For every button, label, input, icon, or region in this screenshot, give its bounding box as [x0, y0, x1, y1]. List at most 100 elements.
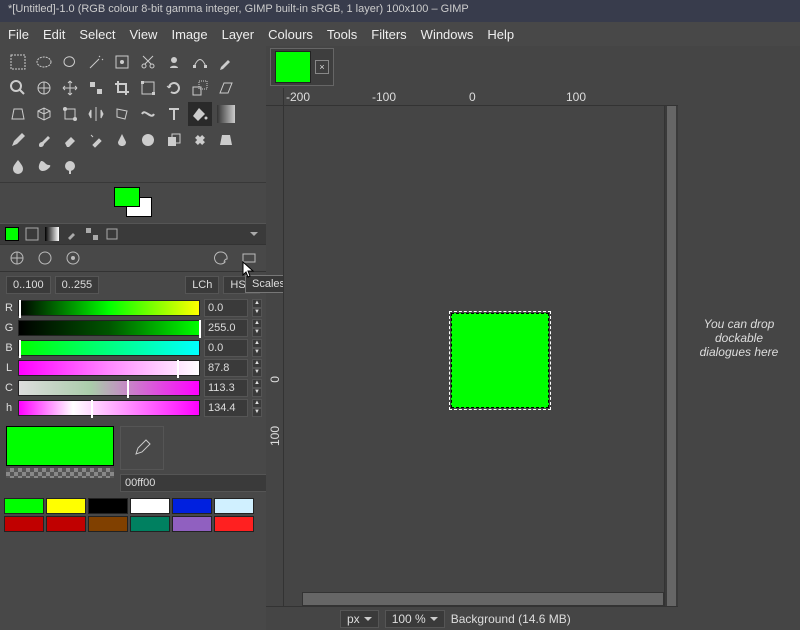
rect-select-icon[interactable] [6, 50, 30, 74]
palette-cell[interactable] [130, 516, 170, 532]
scissors-icon[interactable] [136, 50, 160, 74]
hex-input[interactable] [120, 474, 272, 492]
lasso-icon[interactable] [58, 50, 82, 74]
slider-track[interactable] [18, 300, 200, 316]
gradient-icon[interactable] [214, 102, 238, 126]
slider-value[interactable]: 255.0 [204, 319, 248, 337]
colors-tab-icon[interactable] [4, 226, 20, 242]
slider-track[interactable] [18, 400, 200, 416]
mypaint-icon[interactable] [136, 128, 160, 152]
menu-windows[interactable]: Windows [421, 27, 474, 42]
rotate-icon[interactable] [162, 76, 186, 100]
handle-transform-icon[interactable] [58, 102, 82, 126]
unit-select[interactable]: px [340, 610, 379, 628]
fg-color-swatch[interactable] [114, 187, 140, 207]
slider-value[interactable]: 113.3 [204, 379, 248, 397]
menu-view[interactable]: View [130, 27, 158, 42]
brushes-tab-icon[interactable] [64, 226, 80, 242]
toolbox-color-swatches[interactable] [0, 183, 266, 223]
palette-cell[interactable] [46, 498, 86, 514]
flip-icon[interactable] [84, 102, 108, 126]
shear-icon[interactable] [214, 76, 238, 100]
by-color-select-icon[interactable] [110, 50, 134, 74]
bucket-icon[interactable] [188, 102, 212, 126]
slider-spinner[interactable]: ▲▼ [252, 379, 262, 397]
menu-help[interactable]: Help [487, 27, 514, 42]
patterns-tab-icon[interactable] [84, 226, 100, 242]
paths-icon[interactable] [188, 50, 212, 74]
perspective-clone-icon[interactable] [214, 128, 238, 152]
ruler-horizontal[interactable]: -200 -100 0 100 [266, 88, 678, 106]
slider-track[interactable] [18, 340, 200, 356]
palette-cell[interactable] [130, 498, 170, 514]
range-0-100[interactable]: 0..100 [6, 276, 51, 294]
palette-cell[interactable] [214, 498, 254, 514]
blur-icon[interactable] [6, 154, 30, 178]
palette-cell[interactable] [46, 516, 86, 532]
canvas-selection[interactable] [451, 313, 549, 408]
scales-icon[interactable] [240, 249, 258, 267]
canvas-viewport[interactable] [284, 106, 664, 606]
slider-spinner[interactable]: ▲▼ [252, 359, 262, 377]
cage-icon[interactable] [110, 102, 134, 126]
wheel-icon[interactable] [64, 249, 82, 267]
slider-spinner[interactable]: ▲▼ [252, 299, 262, 317]
format-lch[interactable]: LCh [185, 276, 219, 294]
cmyk-icon[interactable] [36, 249, 54, 267]
clone-icon[interactable] [162, 128, 186, 152]
scrollbar-vertical[interactable] [664, 106, 678, 606]
slider-value[interactable]: 0.0 [204, 339, 248, 357]
palette-cell[interactable] [88, 516, 128, 532]
slider-track[interactable] [18, 320, 200, 336]
menu-edit[interactable]: Edit [43, 27, 65, 42]
right-dock-hint[interactable]: You can drop dockable dialogues here [678, 46, 800, 630]
warp-icon[interactable] [136, 102, 160, 126]
ruler-vertical[interactable]: 0 100 [266, 106, 284, 606]
gradients-tab-icon[interactable] [44, 226, 60, 242]
menu-image[interactable]: Image [171, 27, 207, 42]
palette-cell[interactable] [88, 498, 128, 514]
slider-spinner[interactable]: ▲▼ [252, 339, 262, 357]
slider-spinner[interactable]: ▲▼ [252, 319, 262, 337]
ellipse-select-icon[interactable] [32, 50, 56, 74]
ink-icon[interactable] [110, 128, 134, 152]
close-tab-icon[interactable]: × [315, 60, 329, 74]
scale-icon[interactable] [188, 76, 212, 100]
slider-value[interactable]: 0.0 [204, 299, 248, 317]
scrollbar-horizontal[interactable] [302, 592, 664, 606]
menu-tools[interactable]: Tools [327, 27, 357, 42]
measure-icon[interactable] [32, 76, 56, 100]
heal-icon[interactable] [188, 128, 212, 152]
palette-cell[interactable] [4, 498, 44, 514]
menu-colours[interactable]: Colours [268, 27, 313, 42]
brush-icon[interactable] [32, 128, 56, 152]
foreground-select-icon[interactable] [162, 50, 186, 74]
text-icon[interactable] [162, 102, 186, 126]
fonts-tab-icon[interactable] [104, 226, 120, 242]
zoom-icon[interactable] [6, 76, 30, 100]
document-tab[interactable]: × [270, 48, 334, 86]
palette-cell[interactable] [172, 498, 212, 514]
palette-cell[interactable] [4, 516, 44, 532]
current-color-preview[interactable] [6, 426, 114, 466]
slider-value[interactable]: 87.8 [204, 359, 248, 377]
perspective-icon[interactable] [6, 102, 30, 126]
edit-color-icon[interactable] [120, 426, 164, 470]
smudge-icon[interactable] [32, 154, 56, 178]
dock-menu-icon[interactable] [246, 226, 262, 242]
dodge-icon[interactable] [58, 154, 82, 178]
transform-icon[interactable] [136, 76, 160, 100]
slider-value[interactable]: 134.4 [204, 399, 248, 417]
wand-icon[interactable] [84, 50, 108, 74]
slider-track[interactable] [18, 360, 200, 376]
slider-track[interactable] [18, 380, 200, 396]
airbrush-icon[interactable] [84, 128, 108, 152]
menu-filters[interactable]: Filters [371, 27, 406, 42]
palette-cell[interactable] [172, 516, 212, 532]
gimp-picker-icon[interactable] [8, 249, 26, 267]
move-icon[interactable] [58, 76, 82, 100]
menu-layer[interactable]: Layer [222, 27, 255, 42]
tool-options-tab-icon[interactable] [24, 226, 40, 242]
menu-file[interactable]: File [8, 27, 29, 42]
eraser-icon[interactable] [58, 128, 82, 152]
